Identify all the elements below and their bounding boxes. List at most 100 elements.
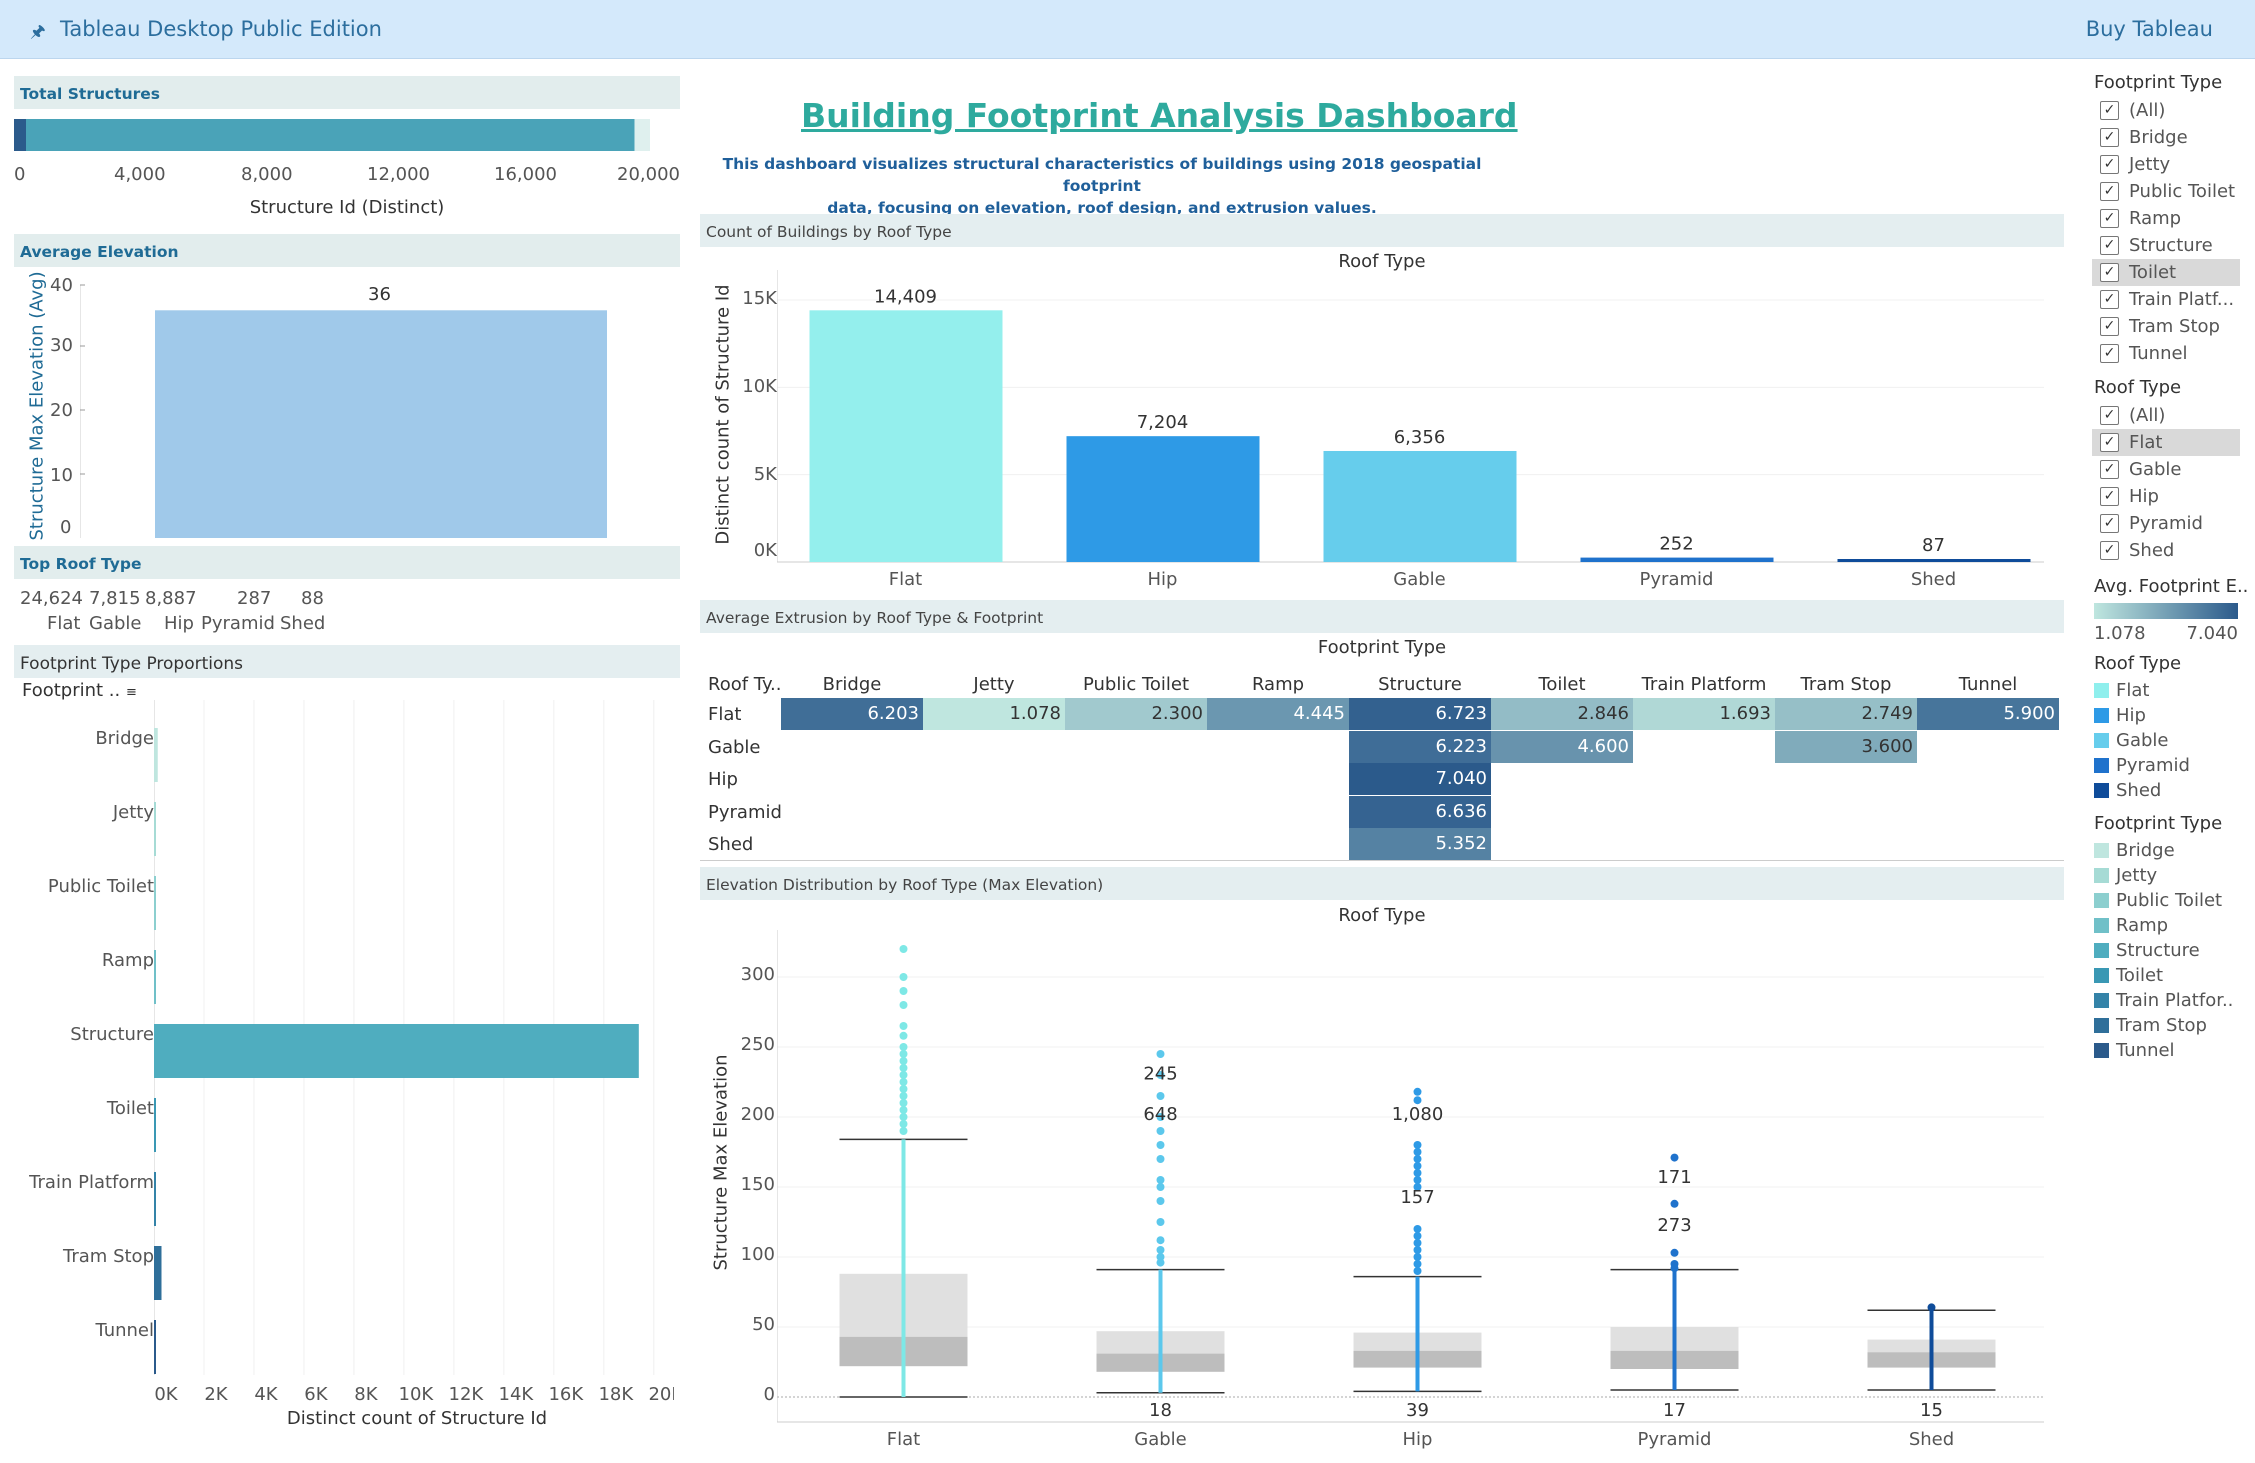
outlier-point[interactable] [1927,1303,1936,1312]
avg-elevation-bar[interactable] [155,310,607,538]
heatmap-cell[interactable]: 1.693 [1633,698,1775,730]
outlier-point[interactable] [1156,1176,1165,1184]
outlier-point[interactable] [899,1106,908,1114]
heatmap-cell[interactable]: 7.040 [1349,763,1491,795]
checkbox-icon[interactable]: ✓ [2100,182,2119,201]
outlier-point[interactable] [899,1092,908,1100]
checkbox-icon[interactable]: ✓ [2100,128,2119,147]
heatmap-cell[interactable]: 5.352 [1349,828,1491,860]
outlier-point[interactable] [899,1050,908,1058]
legend-item[interactable]: Bridge [2092,838,2252,863]
filter-item[interactable]: ✓ Flat [2092,429,2240,456]
heatmap-cell[interactable]: 6.723 [1349,698,1491,730]
checkbox-icon[interactable]: ✓ [2100,317,2119,336]
filter-item[interactable]: ✓ Hip [2092,483,2240,510]
legend-item[interactable]: Tram Stop [2092,1013,2252,1038]
outlier-point[interactable] [1670,1264,1679,1273]
checkbox-icon[interactable]: ✓ [2100,263,2119,282]
heatmap-cell[interactable]: 2.300 [1065,698,1207,730]
outlier-point[interactable] [899,1113,908,1121]
outlier-point[interactable] [1413,1232,1422,1240]
outlier-point[interactable] [1413,1155,1422,1163]
checkbox-icon[interactable]: ✓ [2100,155,2119,174]
heatmap-cell[interactable]: 5.900 [1917,698,2059,730]
footprint-bar[interactable] [154,802,156,856]
outlier-point[interactable] [899,1064,908,1072]
outlier-point[interactable] [899,1057,908,1065]
outlier-point[interactable] [1413,1169,1422,1177]
heatmap-cell[interactable]: 4.445 [1207,698,1349,730]
outlier-point[interactable] [899,1127,908,1135]
filter-item[interactable]: ✓ (All) [2092,97,2240,124]
heatmap-cell[interactable]: 2.749 [1775,698,1917,730]
outlier-point[interactable] [1670,1199,1679,1208]
heatmap-cell[interactable]: 1.078 [923,698,1065,730]
outlier-point[interactable] [899,1001,908,1009]
filter-item[interactable]: ✓ Bridge [2092,124,2240,151]
filter-item[interactable]: ✓ Structure [2092,232,2240,259]
roof-count-bar[interactable] [1323,450,1517,562]
outlier-point[interactable] [899,1085,908,1093]
outlier-point[interactable] [899,1071,908,1079]
outlier-point[interactable] [1413,1246,1422,1254]
checkbox-icon[interactable]: ✓ [2100,290,2119,309]
filter-item[interactable]: ✓ (All) [2092,402,2240,429]
footprint-bar[interactable] [154,728,158,782]
footprint-bar[interactable] [154,1098,156,1152]
legend-item[interactable]: Public Toilet [2092,888,2252,913]
filter-item[interactable]: ✓ Tunnel [2092,340,2240,367]
outlier-point[interactable] [1156,1050,1165,1058]
heatmap-cell[interactable]: 2.846 [1491,698,1633,730]
checkbox-icon[interactable]: ✓ [2100,514,2119,533]
footprint-bar[interactable] [154,1172,156,1226]
outlier-point[interactable] [1156,1183,1165,1191]
outlier-point[interactable] [1413,1141,1422,1149]
outlier-point[interactable] [899,987,908,995]
roof-count-bar[interactable] [809,310,1003,562]
checkbox-icon[interactable]: ✓ [2100,460,2119,479]
filter-item[interactable]: ✓ Public Toilet [2092,178,2240,205]
outlier-point[interactable] [1413,1225,1422,1233]
legend-item[interactable]: Shed [2092,778,2252,803]
outlier-point[interactable] [1413,1162,1422,1170]
total-structures-bar[interactable] [14,119,635,151]
outlier-point[interactable] [899,1043,908,1051]
legend-item[interactable]: Structure [2092,938,2252,963]
outlier-point[interactable] [1156,1141,1165,1149]
outlier-point[interactable] [1670,1248,1679,1257]
checkbox-icon[interactable]: ✓ [2100,487,2119,506]
outlier-point[interactable] [899,973,908,981]
filter-item[interactable]: ✓ Gable [2092,456,2240,483]
outlier-point[interactable] [1413,1267,1422,1275]
filter-item[interactable]: ✓ Train Platf... [2092,286,2240,313]
filter-item[interactable]: ✓ Shed [2092,537,2240,564]
heatmap-cell[interactable]: 6.203 [781,698,923,730]
legend-item[interactable]: Gable [2092,728,2252,753]
outlier-point[interactable] [1156,1258,1165,1267]
legend-item[interactable]: Toilet [2092,963,2252,988]
outlier-point[interactable] [1413,1087,1422,1096]
heatmap-cell[interactable]: 6.636 [1349,795,1491,828]
pin-icon[interactable]: 🖈 [30,19,46,48]
legend-item[interactable]: Jetty [2092,863,2252,888]
outlier-point[interactable] [1156,1236,1165,1245]
roof-count-bar[interactable] [1066,436,1260,562]
footprint-bar[interactable] [154,1246,162,1300]
roof-count-bar[interactable] [1837,559,2031,562]
filter-item[interactable]: ✓ Toilet [2092,259,2240,286]
filter-item[interactable]: ✓ Pyramid [2092,510,2240,537]
checkbox-icon[interactable]: ✓ [2100,236,2119,255]
filter-item[interactable]: ✓ Jetty [2092,151,2240,178]
outlier-point[interactable] [1156,1218,1165,1226]
outlier-point[interactable] [899,1078,908,1086]
buy-tableau-link[interactable]: Buy Tableau [2086,17,2213,41]
checkbox-icon[interactable]: ✓ [2100,101,2119,120]
outlier-point[interactable] [1413,1260,1422,1268]
legend-item[interactable]: Hip [2092,703,2252,728]
checkbox-icon[interactable]: ✓ [2100,344,2119,363]
filter-item[interactable]: ✓ Tram Stop [2092,313,2240,340]
outlier-point[interactable] [899,1031,908,1040]
checkbox-icon[interactable]: ✓ [2100,406,2119,425]
heatmap-cell[interactable]: 4.600 [1491,730,1633,763]
outlier-point[interactable] [1156,1246,1165,1254]
